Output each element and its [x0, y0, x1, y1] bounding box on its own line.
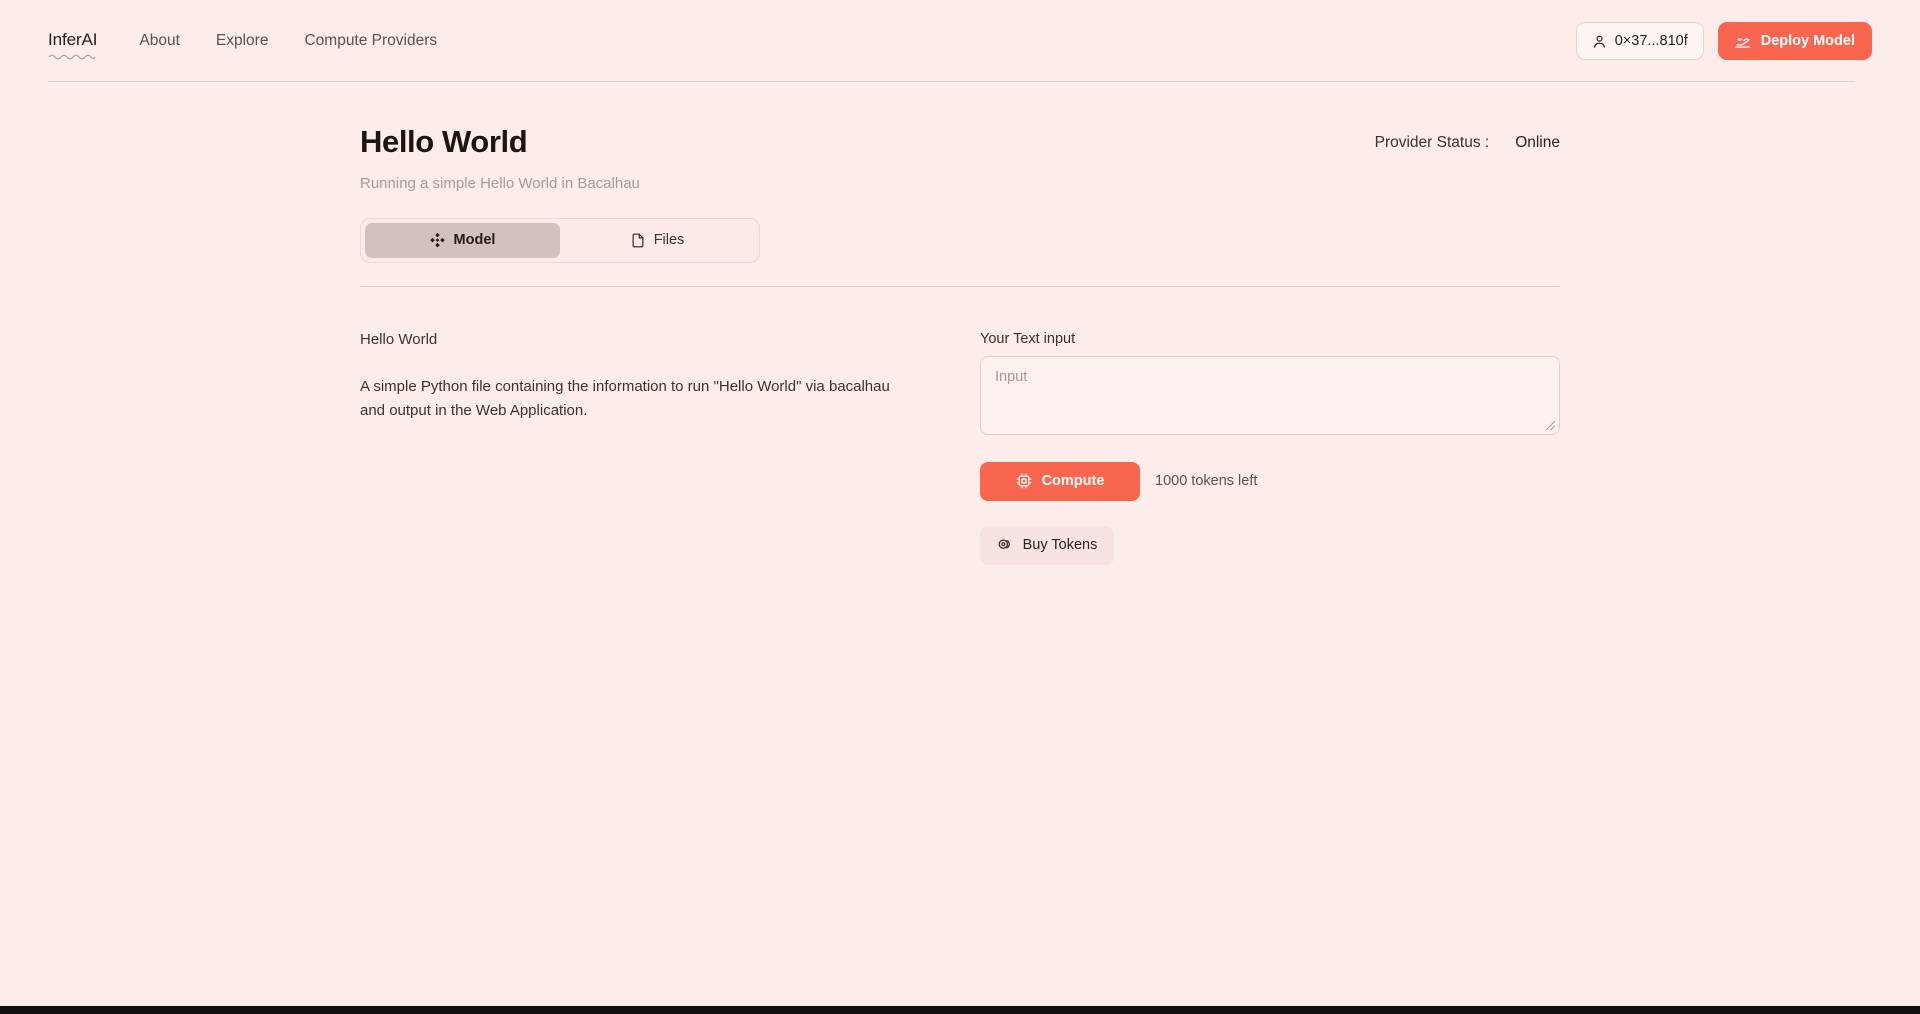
deploy-model-button[interactable]: Deploy Model	[1717, 22, 1872, 60]
provider-status-label: Provider Status :	[1374, 134, 1490, 151]
provider-status: Provider Status : Online	[1375, 124, 1560, 152]
header-right-group: 0×37...810f Deploy Model	[1575, 22, 1872, 60]
deploy-model-label: Deploy Model	[1760, 33, 1855, 49]
header-left-group: InferAI About Explore Compute Providers	[48, 30, 437, 60]
brand-logo[interactable]: InferAI	[48, 30, 98, 60]
diamonds-icon	[429, 232, 445, 248]
provider-status-value: Online	[1515, 134, 1560, 151]
main-nav: About Explore Compute Providers	[139, 32, 437, 50]
text-input-label: Your Text input	[980, 330, 1076, 347]
tokens-left-text: 1000 tokens left	[1155, 473, 1258, 490]
inference-panel: Your Text input Input Compute 1000 token…	[980, 331, 1560, 565]
compute-button-label: Compute	[1041, 473, 1105, 490]
compute-row: Compute 1000 tokens left	[980, 461, 1560, 501]
nav-item-compute-providers[interactable]: Compute Providers	[304, 32, 437, 50]
compute-button[interactable]: Compute	[980, 461, 1140, 501]
file-icon	[631, 233, 645, 248]
squiggle-underline-icon	[48, 53, 96, 61]
tab-model[interactable]: Model	[365, 222, 560, 258]
description-heading: Hello World	[360, 330, 438, 348]
text-input[interactable]	[980, 355, 1560, 435]
app-header: InferAI About Explore Compute Providers …	[0, 0, 1920, 82]
wallet-address-label: 0×37...810f	[1614, 33, 1688, 49]
model-description-panel: Hello World A simple Python file contain…	[360, 331, 900, 565]
tab-model-label: Model	[453, 232, 496, 249]
text-input-wrapper	[980, 355, 1560, 435]
page-subtitle: Running a simple Hello World in Bacalhau	[360, 174, 640, 192]
view-tabs: Model Files	[360, 217, 760, 263]
wallet-address-button[interactable]: 0×37...810f	[1575, 22, 1704, 60]
nav-item-about[interactable]: About	[139, 32, 180, 50]
tab-files[interactable]: Files	[560, 223, 755, 258]
content-container: Hello World Provider Status : Online Run…	[360, 124, 1560, 565]
user-icon	[1592, 34, 1607, 49]
content-divider	[360, 285, 1560, 287]
main-columns: Hello World A simple Python file contain…	[360, 331, 1560, 565]
tab-files-label: Files	[653, 232, 685, 249]
cpu-chip-icon	[1016, 473, 1032, 489]
title-row: Hello World Provider Status : Online	[360, 124, 1560, 160]
page-title: Hello World	[360, 124, 528, 159]
nav-item-explore[interactable]: Explore	[216, 32, 269, 50]
description-body: A simple Python file containing the info…	[360, 377, 890, 419]
bottom-chrome-bar	[0, 1006, 1920, 1014]
brand-logo-text: InferAI	[48, 30, 98, 49]
buy-tokens-label: Buy Tokens	[1022, 537, 1098, 554]
buy-tokens-button[interactable]: Buy Tokens	[980, 525, 1114, 565]
page-body: Hello World Provider Status : Online Run…	[0, 82, 1920, 565]
coins-icon	[997, 537, 1013, 553]
rocket-takeoff-icon	[1735, 34, 1752, 49]
